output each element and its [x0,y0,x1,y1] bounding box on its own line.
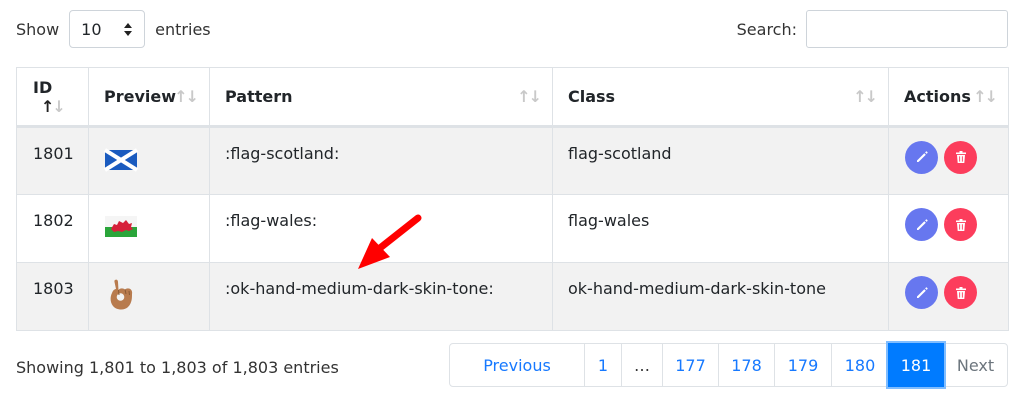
cell-pattern: :flag-scotland: [209,126,553,195]
trash-icon [955,218,966,231]
row-class: flag-wales [568,211,650,230]
sort-icon: ↑ ↓ [517,86,542,106]
cell-class: ok-hand-medium-dark-skin-tone [552,262,889,331]
pencil-icon [916,286,928,298]
column-header-label: Pattern [225,87,293,106]
flag-scotland-icon [104,148,138,172]
cell-class: flag-scotland [552,126,889,195]
column-header-label: ID [33,77,53,97]
column-header-actions[interactable]: Actions ↑ ↓ [888,67,1009,128]
pagination-ellipsis: … [621,343,663,387]
pencil-icon [916,218,928,230]
row-id: 1801 [33,143,74,163]
delete-button[interactable] [944,140,977,174]
cell-preview [88,126,210,195]
cell-preview [88,262,210,331]
table-controls: Show 10 entries Search: [16,10,1008,50]
search-input[interactable] [806,10,1008,48]
delete-button[interactable] [944,276,977,309]
trash-icon [955,151,966,163]
column-header-pattern[interactable]: Pattern ↑ ↓ [209,67,553,128]
edit-button[interactable] [905,140,938,174]
red-arrow-annotation-icon [358,214,422,269]
column-header-label: Class [568,87,616,106]
column-header-label: Actions [904,87,971,106]
length-control: Show 10 entries [16,10,211,48]
row-pattern: :flag-wales: [225,211,318,230]
sort-icon: ↑ ↓ [853,86,878,106]
cell-actions [888,126,1009,195]
page-link-177[interactable]: 177 [662,343,719,387]
sort-asc-icon: ↑ ↓ [41,97,66,116]
page-link-1[interactable]: 1 [584,343,622,387]
sort-icon: ↑ ↓ [174,86,199,106]
page-link-180[interactable]: 180 [831,343,889,387]
emoji-table: ID ↑ ↓ Preview ↑ ↓ Pattern ↑ ↓ Class ↑ ↓ Act… [16,67,1009,331]
cell-id: 1802 [16,194,89,263]
show-label: Show [16,19,60,39]
row-pattern: :ok-hand-medium-dark-skin-tone: [225,279,494,298]
page-link-179[interactable]: 179 [774,343,832,387]
entries-label: entries [155,19,211,39]
table-row: 1801 :flag-scotland: flag-scotland [16,126,1009,195]
cell-id: 1801 [16,126,89,195]
ok-hand-dark-skin-tone-icon [110,279,133,310]
search-filter: Search: [737,10,1008,48]
entries-per-page-value: 10 [81,19,102,39]
entries-per-page-select[interactable]: 10 [69,10,146,48]
table-row: 1802 :flag-wales: flag-wales [16,194,1009,263]
search-label: Search: [736,19,797,39]
table-row: 1803 :ok-hand-medium-dark-skin-tone: ok-… [16,262,1009,331]
column-header-label: Preview [104,87,177,106]
select-arrows-icon [124,22,133,36]
column-header-id[interactable]: ID ↑ ↓ [16,67,89,128]
cell-id: 1803 [16,262,89,331]
delete-button[interactable] [944,208,977,241]
edit-button[interactable] [905,208,938,241]
cell-class: flag-wales [552,194,889,263]
pagination-next[interactable]: Next [943,343,1008,387]
row-id: 1802 [33,211,74,230]
column-header-preview[interactable]: Preview ↑ ↓ [88,67,210,128]
page-link-178[interactable]: 178 [718,343,775,387]
pagination: Previous 1 … 177 178 179 180 181 Next [449,343,1008,387]
row-pattern: :flag-scotland: [225,143,340,163]
sort-icon: ↑ ↓ [973,86,998,106]
column-header-class[interactable]: Class ↑ ↓ [552,67,889,128]
cell-actions [888,262,1009,331]
table-info: Showing 1,801 to 1,803 of 1,803 entries [16,358,339,377]
cell-preview [88,194,210,263]
table-header-row: ID ↑ ↓ Preview ↑ ↓ Pattern ↑ ↓ Class ↑ ↓ Act… [16,67,1009,128]
row-class: flag-scotland [568,143,672,163]
trash-icon [955,286,966,299]
edit-button[interactable] [905,276,938,309]
row-id: 1803 [33,279,74,298]
pencil-icon [916,151,928,162]
cell-actions [888,194,1009,263]
row-class: ok-hand-medium-dark-skin-tone [568,279,826,298]
page-link-181-active[interactable]: 181 [888,343,944,387]
flag-wales-icon [105,215,137,237]
pagination-previous[interactable]: Previous [449,343,585,387]
